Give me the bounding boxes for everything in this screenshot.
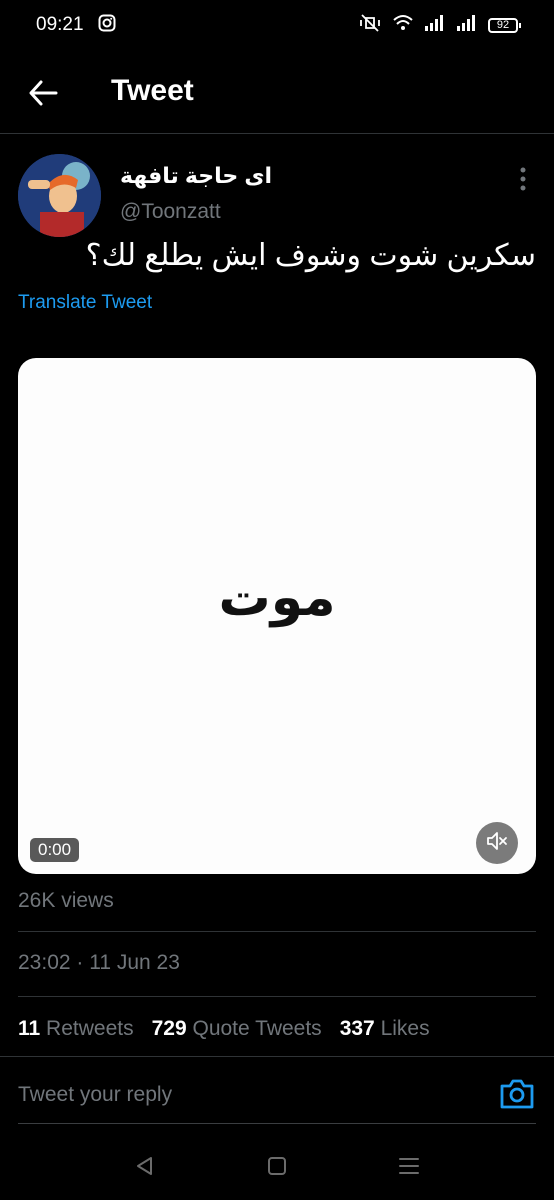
speaker-muted-icon (485, 830, 509, 857)
recents-menu-icon (397, 1158, 421, 1182)
home-square-icon (265, 1157, 289, 1182)
camera-icon (498, 1079, 536, 1115)
signal-icon (424, 14, 446, 37)
author-name[interactable]: اى حاجة تافهة (120, 163, 272, 189)
divider (18, 996, 536, 997)
avatar[interactable] (18, 154, 101, 237)
page-title: Tweet (111, 74, 194, 107)
tweet-text: سكرين شوت وشوف ايش يطلع لك؟ (85, 239, 536, 272)
mute-toggle-button[interactable] (476, 822, 518, 864)
retweets-label: Retweets (46, 1017, 134, 1040)
instagram-icon (98, 14, 116, 37)
tweet-timestamp: 23:02 · 11 Jun 23 (18, 951, 180, 974)
tweet-video[interactable]: موت 0:00 (18, 358, 536, 874)
reply-bar: Tweet your reply (0, 1056, 554, 1126)
quote-tweets-label: Quote Tweets (192, 1017, 322, 1040)
battery-icon: 92 (488, 17, 521, 33)
back-triangle-icon (133, 1157, 157, 1182)
camera-button[interactable] (498, 1077, 536, 1111)
engagement-stats: 11 Retweets 729 Quote Tweets 337 Likes (18, 1017, 430, 1041)
divider (18, 931, 536, 932)
wifi-icon (392, 14, 414, 37)
back-button[interactable] (26, 76, 60, 110)
more-options-button[interactable] (512, 164, 534, 194)
divider (18, 1123, 536, 1124)
system-back-button[interactable] (133, 1154, 157, 1178)
more-vertical-icon (512, 167, 534, 198)
retweets-count: 11 (18, 1017, 41, 1040)
system-recents-button[interactable] (397, 1154, 421, 1178)
signal-icon (456, 14, 478, 37)
system-nav-bar (0, 1140, 554, 1200)
quote-tweets-count: 729 (151, 1017, 187, 1040)
system-home-button[interactable] (265, 1154, 289, 1178)
status-time: 09:21 (36, 14, 84, 35)
mute-vibrate-icon (358, 13, 382, 37)
top-app-bar: Tweet (0, 50, 554, 134)
translate-tweet-link[interactable]: Translate Tweet (18, 292, 152, 314)
likes-count: 337 (339, 1017, 375, 1040)
author-handle[interactable]: @Toonzatt (120, 200, 221, 224)
likes-label: Likes (380, 1017, 430, 1040)
retweets-stat[interactable]: 11 Retweets (18, 1017, 134, 1041)
status-bar: 09:21 92 (0, 0, 554, 50)
arrow-left-icon (26, 80, 60, 114)
reply-input[interactable]: Tweet your reply (18, 1083, 172, 1107)
video-frame-text: موت (218, 568, 336, 628)
quote-tweets-stat[interactable]: 729 Quote Tweets (152, 1017, 322, 1041)
likes-stat[interactable]: 337 Likes (340, 1017, 430, 1041)
view-count[interactable]: 26K views (18, 889, 114, 913)
tweet-detail-screen: 09:21 92 Tweet اى حاجة تافهة @Toonzatt س… (0, 0, 554, 1200)
video-time: 0:00 (30, 838, 80, 862)
